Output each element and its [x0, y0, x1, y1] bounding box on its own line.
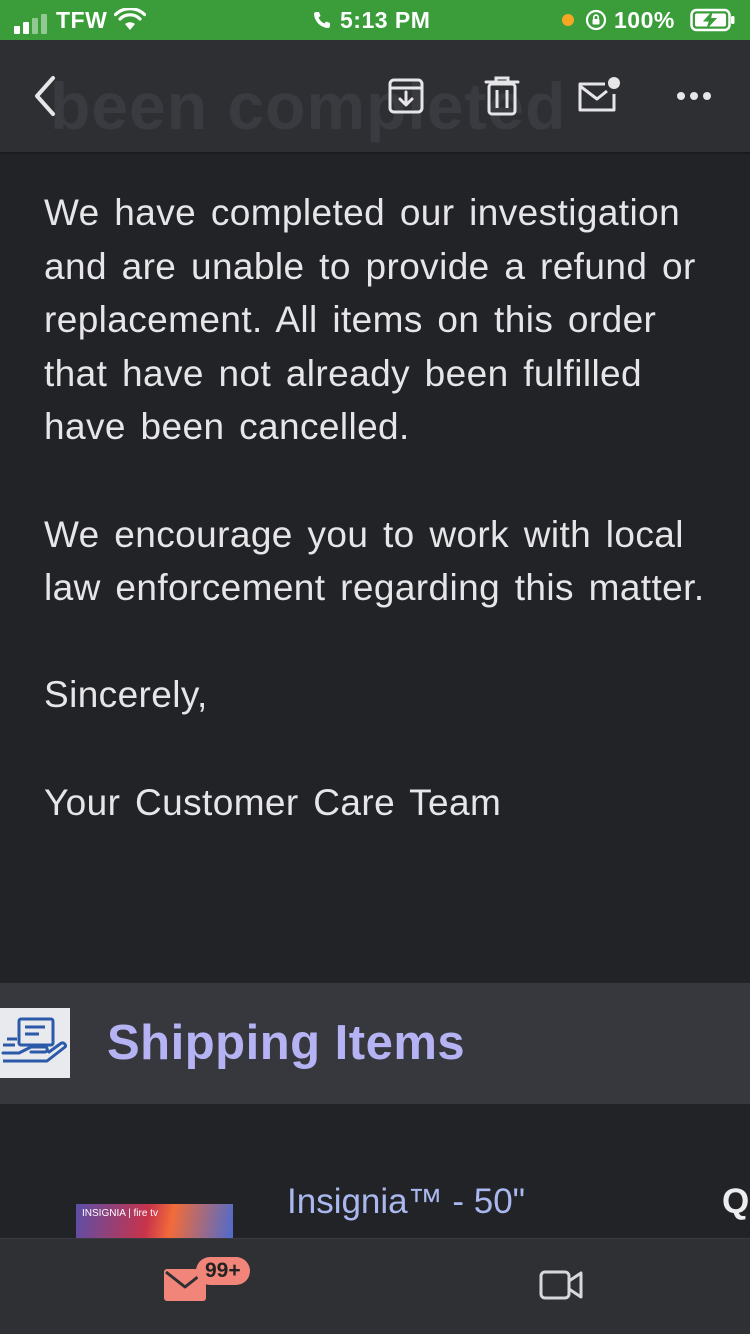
time-label: 5:13 PM: [340, 6, 431, 33]
shipping-hand-icon: [0, 1008, 70, 1078]
battery-charging-icon: [690, 0, 736, 40]
phone-icon: [314, 12, 330, 28]
more-button[interactable]: [664, 66, 724, 126]
wifi-icon: [114, 0, 146, 40]
product-brand-text: INSIGNIA | fire tv: [82, 1208, 158, 1219]
battery-percent: 100%: [614, 6, 675, 33]
email-signature: Your Customer Care Team: [44, 781, 502, 823]
archive-icon: [388, 78, 424, 114]
trash-icon: [484, 76, 520, 116]
shipping-items-header: Shipping Items: [0, 983, 750, 1104]
unread-count-badge: 99+: [196, 1257, 250, 1285]
shipping-items-title: Shipping Items: [107, 1016, 466, 1070]
video-tab[interactable]: [538, 1267, 586, 1307]
archive-button[interactable]: [376, 66, 436, 126]
mark-unread-button[interactable]: [568, 66, 628, 126]
status-bar: TFW 5:13 PM 100%: [0, 0, 750, 40]
email-signoff: Sincerely,: [44, 674, 208, 716]
orientation-lock-icon: [584, 0, 608, 40]
quantity-label: Q: [722, 1182, 750, 1221]
mic-in-use-dot: [562, 0, 574, 40]
back-icon: [35, 76, 55, 116]
email-paragraph-investigation: We have completed our investigation and …: [44, 192, 696, 448]
status-time: 5:13 PM: [312, 0, 430, 40]
email-toolbar: been completed: [0, 40, 750, 152]
video-icon: [539, 1270, 583, 1300]
more-icon: [677, 92, 711, 100]
signal-icon: [14, 6, 47, 34]
delete-button[interactable]: [472, 66, 532, 126]
product-title-link[interactable]: Insignia™ - 50": [287, 1182, 525, 1222]
back-button[interactable]: [14, 66, 74, 126]
bottom-tab-bar: 99+: [0, 1238, 750, 1334]
email-body: We have completed our investigation and …: [44, 186, 734, 883]
email-paragraph-law-enforcement: We encourage you to work with local law …: [44, 513, 705, 609]
mark-unread-icon: [578, 77, 620, 112]
carrier-label: TFW: [56, 6, 108, 33]
